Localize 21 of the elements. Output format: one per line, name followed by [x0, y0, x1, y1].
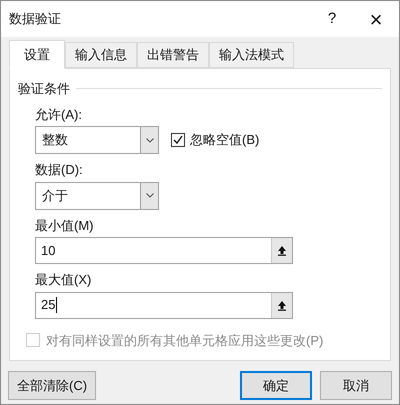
- group-title: 验证条件: [18, 80, 70, 98]
- dropdown[interactable]: 整数: [35, 126, 159, 154]
- input-field[interactable]: 25: [35, 292, 293, 318]
- dialog-button[interactable]: 确定: [240, 371, 312, 400]
- field-label: 最小值(M): [35, 216, 94, 235]
- help-button[interactable]: ?: [317, 8, 347, 30]
- tab[interactable]: 出错警告: [137, 42, 209, 68]
- dropdown[interactable]: 介于: [35, 182, 159, 210]
- dialog-button[interactable]: 取消: [320, 371, 392, 400]
- tab[interactable]: 输入法模式: [209, 42, 294, 68]
- dialog-button[interactable]: 全部清除(C): [8, 371, 96, 400]
- window-title: 数据验证: [9, 10, 62, 28]
- checkbox-label: 忽略空值(B): [190, 131, 260, 150]
- field-label: 允许(A):: [35, 106, 83, 124]
- field-label: 数据(D):: [35, 161, 84, 179]
- tab[interactable]: 输入信息: [65, 42, 137, 68]
- input-field[interactable]: 10: [35, 237, 293, 264]
- tab[interactable]: 设置: [9, 40, 65, 69]
- close-button[interactable]: ×: [361, 2, 391, 36]
- field-label: 最大值(X): [35, 271, 92, 289]
- checkbox-label: 对有同样设置的所有其他单元格应用这些更改(P): [46, 332, 324, 350]
